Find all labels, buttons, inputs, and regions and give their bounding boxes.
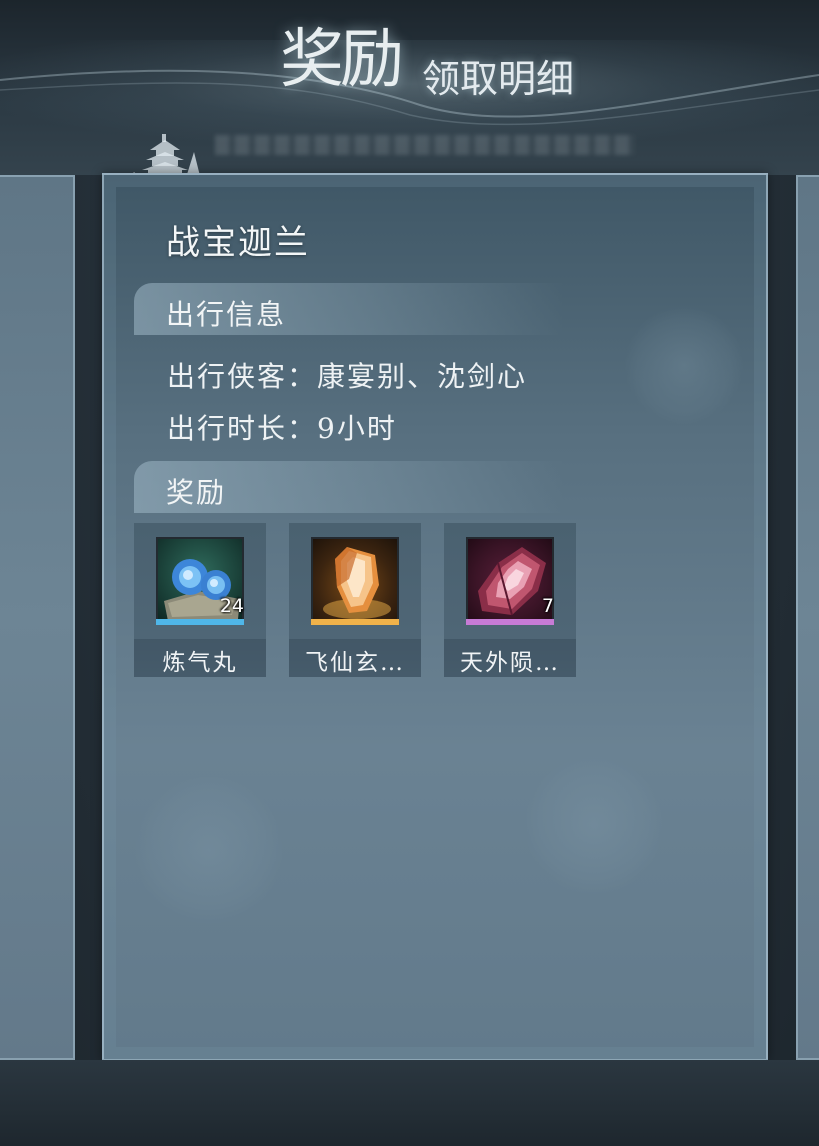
- travel-info-header: 出行信息: [134, 283, 564, 335]
- background-decoration: [624, 305, 744, 425]
- reward-item[interactable]: 7 天外陨…: [444, 523, 576, 677]
- item-name-row: 炼气丸: [134, 639, 266, 677]
- rarity-bar: [156, 619, 244, 625]
- item-name-row: 飞仙玄…: [289, 639, 421, 677]
- expedition-title: 战宝迦兰: [166, 223, 310, 263]
- duration-label: 出行时长：: [167, 412, 318, 445]
- red-meteorite-icon: [466, 537, 554, 625]
- companions-line: 出行侠客：康宴别、沈剑心: [167, 355, 527, 395]
- item-name: 天外陨…: [460, 650, 560, 676]
- reward-label: 奖励: [166, 476, 227, 509]
- reward-item[interactable]: 24 炼气丸: [134, 523, 266, 677]
- travel-info-label: 出行信息: [166, 298, 287, 331]
- header-banner: 奖励 领取明细: [0, 0, 819, 175]
- item-name: 飞仙玄…: [305, 650, 405, 676]
- item-quantity: 7: [541, 595, 554, 617]
- duration-line: 出行时长：9小时: [167, 407, 397, 447]
- title-main: 奖励: [280, 23, 404, 97]
- companions-value: 康宴别、沈剑心: [317, 360, 528, 393]
- blurred-subtitle-decoration: [215, 135, 635, 155]
- previous-card[interactable]: [0, 175, 75, 1060]
- reward-detail-card: 战宝迦兰 出行信息 出行侠客：康宴别、沈剑心 出行时长：9小时 奖励 24 炼气…: [102, 173, 768, 1061]
- companions-label: 出行侠客：: [167, 360, 318, 393]
- rarity-bar: [311, 619, 399, 625]
- amber-crystal-icon: [311, 537, 399, 625]
- item-name: 炼气丸: [162, 650, 238, 676]
- rarity-bar: [466, 619, 554, 625]
- bottom-bar: [0, 1060, 819, 1146]
- background-decoration: [134, 775, 284, 925]
- title-sub: 领取明细: [422, 57, 575, 101]
- background-decoration: [524, 755, 664, 895]
- item-name-row: 天外陨…: [444, 639, 576, 677]
- item-quantity: 24: [219, 595, 244, 617]
- reward-header: 奖励: [134, 461, 564, 513]
- duration-value: 9小时: [317, 412, 397, 445]
- page-title: 奖励 领取明细: [280, 8, 620, 108]
- next-card[interactable]: [796, 175, 819, 1060]
- reward-item[interactable]: 飞仙玄…: [289, 523, 421, 677]
